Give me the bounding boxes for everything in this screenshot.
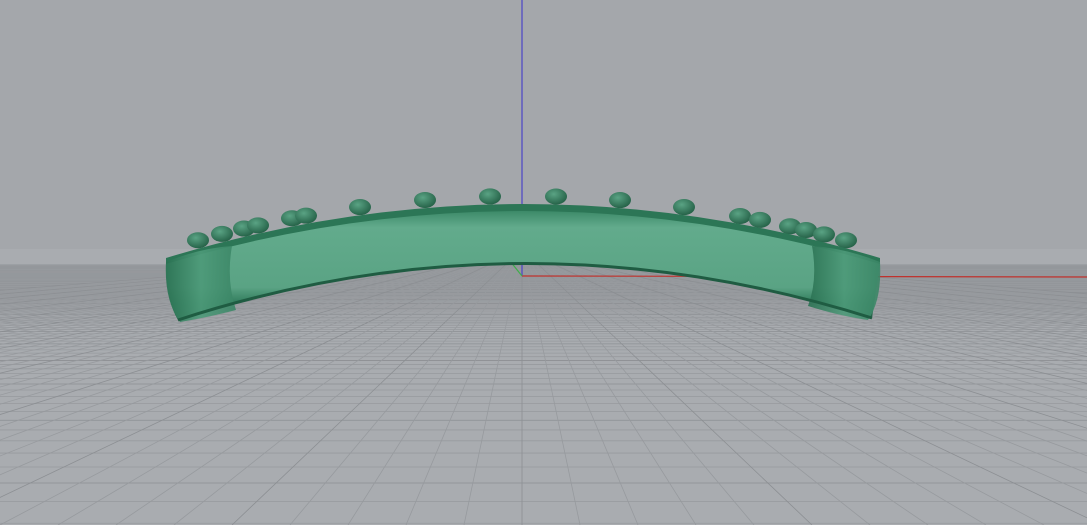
- bump: [414, 191, 436, 208]
- bump: [813, 226, 835, 243]
- bump: [609, 192, 631, 209]
- bump: [187, 232, 209, 249]
- bump: [673, 199, 695, 216]
- bump: [479, 188, 501, 205]
- bump: [349, 199, 371, 216]
- bump: [247, 217, 269, 234]
- bump: [835, 232, 857, 249]
- bump: [545, 188, 567, 205]
- 3d-viewport[interactable]: [0, 0, 1087, 525]
- bump: [749, 211, 771, 228]
- bump: [729, 208, 751, 225]
- bump: [211, 225, 233, 242]
- bump: [295, 207, 317, 224]
